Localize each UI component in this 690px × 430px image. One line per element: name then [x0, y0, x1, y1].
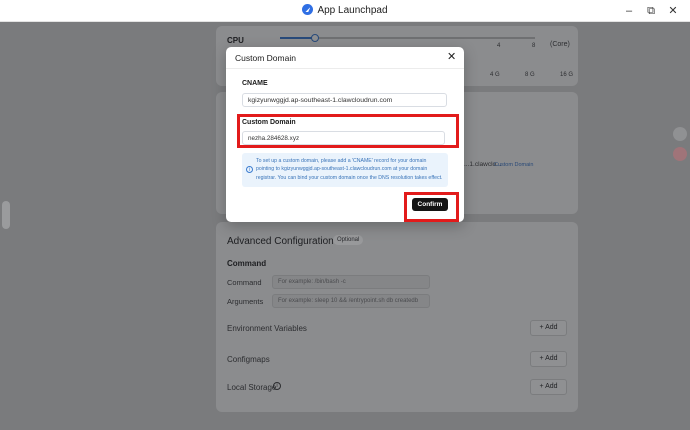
qr-code-icon[interactable] [673, 127, 687, 141]
env-vars-label: Environment Variables [227, 324, 307, 333]
assistant-icon[interactable] [673, 147, 687, 161]
window-title-text: App Launchpad [317, 5, 388, 16]
memory-tick-8g: 8 G [525, 72, 535, 78]
local-storage-label: Local Storage [227, 383, 277, 392]
dns-info-box: i To set up a custom domain, please add … [242, 153, 448, 187]
command-heading: Command [227, 259, 267, 268]
command-label: Command [227, 278, 262, 287]
maximize-button[interactable]: ⧉ [643, 3, 659, 19]
app-launchpad-icon [302, 4, 314, 15]
cpu-slider-handle[interactable] [311, 34, 319, 42]
advanced-config-title: Advanced Configuration [227, 236, 334, 247]
command-input[interactable]: For example: /bin/bash -c [272, 275, 430, 289]
cpu-label: CPU [227, 36, 244, 45]
dns-info-text: To set up a custom domain, please add a … [256, 158, 443, 181]
custom-domain-link[interactable]: Custom Domain [494, 162, 533, 168]
cpu-slider-fill [280, 37, 315, 39]
dialog-close-icon[interactable]: ✕ [447, 51, 456, 63]
cname-label: CNAME [242, 80, 268, 87]
confirm-highlight [404, 192, 459, 222]
add-env-var-button[interactable]: + Add [530, 320, 567, 336]
memory-tick-4g: 4 G [490, 72, 500, 78]
sidebar-expand-handle[interactable] [2, 201, 10, 229]
cpu-unit: (Core) [550, 41, 570, 48]
close-window-button[interactable]: ✕ [665, 3, 681, 19]
dialog-title: Custom Domain [235, 53, 296, 63]
arguments-input[interactable]: For example: sleep 10 && /entrypoint.sh … [272, 294, 430, 308]
cname-field[interactable]: kgizyunwggjd.ap-southeast-1.clawcloudrun… [242, 93, 447, 107]
cpu-tick-8: 8 [532, 43, 536, 49]
minimize-button[interactable]: – [621, 3, 637, 19]
local-storage-info-icon[interactable]: i [273, 382, 281, 390]
window-titlebar: App Launchpad – ⧉ ✕ [0, 0, 690, 22]
info-icon: i [246, 166, 253, 173]
arguments-label: Arguments [227, 297, 264, 306]
add-local-storage-button[interactable]: + Add [530, 379, 567, 395]
configmaps-label: Configmaps [227, 355, 270, 364]
window-title: App Launchpad [0, 4, 690, 16]
add-configmap-button[interactable]: + Add [530, 351, 567, 367]
optional-badge: Optional [333, 235, 364, 245]
cpu-tick-4: 4 [497, 43, 501, 49]
memory-tick-16g: 16 G [560, 72, 574, 78]
custom-domain-highlight [237, 114, 459, 148]
dialog-divider [226, 68, 464, 69]
